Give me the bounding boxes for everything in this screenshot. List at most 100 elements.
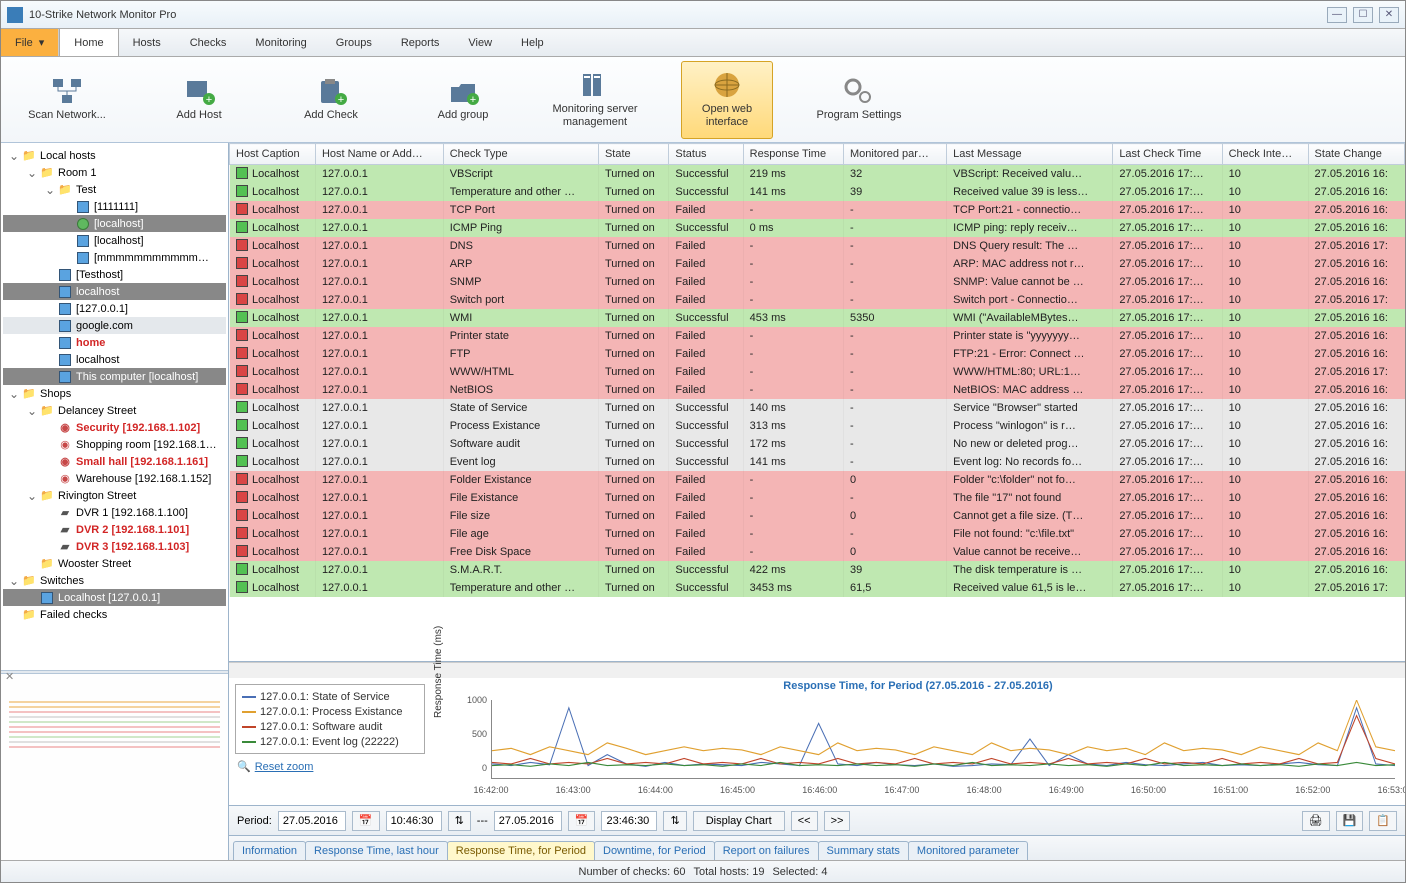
expand-icon[interactable]: ⌄ [7,149,21,163]
col-header[interactable]: Host Name or Add… [315,144,443,165]
tree-node[interactable]: home [3,334,226,351]
table-row[interactable]: Localhost127.0.0.1Event logTurned onSucc… [230,453,1405,471]
calendar-icon[interactable]: 📅 [352,811,380,831]
table-row[interactable]: Localhost127.0.0.1ICMP PingTurned onSucc… [230,219,1405,237]
tree-node[interactable]: [1111111] [3,198,226,215]
table-row[interactable]: Localhost127.0.0.1State of ServiceTurned… [230,399,1405,417]
tree-node[interactable]: [mmmmmmmmmmm… [3,249,226,266]
col-header[interactable]: Host Caption [230,144,316,165]
tab-help[interactable]: Help [507,29,559,56]
close-button[interactable]: ✕ [1379,7,1399,23]
calendar-icon[interactable]: 📅 [568,811,596,831]
bottom-tab[interactable]: Report on failures [714,841,819,860]
table-row[interactable]: Localhost127.0.0.1DNSTurned onFailed--DN… [230,237,1405,255]
display-chart-button[interactable]: Display Chart [693,811,785,831]
tree-node[interactable]: ⌄📁Switches [3,572,226,589]
col-header[interactable]: State Change [1308,144,1404,165]
tree-node[interactable]: ◉Small hall [192.168.1.161] [3,453,226,470]
bottom-tab[interactable]: Summary stats [818,841,909,860]
time-from-input[interactable] [386,811,442,831]
tree-node[interactable]: [Testhost] [3,266,226,283]
col-header[interactable]: Monitored par… [844,144,947,165]
table-row[interactable]: Localhost127.0.0.1File sizeTurned onFail… [230,507,1405,525]
open-web-button[interactable]: Open webinterface [681,61,773,139]
program-settings-button[interactable]: Program Settings [813,61,905,139]
date-to-input[interactable] [494,811,562,831]
splitter[interactable]: ✕ [1,670,228,674]
checks-grid[interactable]: Host CaptionHost Name or Add…Check Type S… [229,143,1405,662]
tab-home[interactable]: Home [59,29,118,56]
expand-icon[interactable]: ⌄ [7,574,21,588]
tree-node[interactable]: ▰DVR 3 [192.168.1.103] [3,538,226,555]
col-header[interactable]: Last Check Time [1113,144,1222,165]
table-row[interactable]: Localhost127.0.0.1Switch portTurned onFa… [230,291,1405,309]
date-from-input[interactable] [278,811,346,831]
spinner-icon[interactable]: ⇅ [663,811,686,831]
print-icon[interactable]: 🖨 [1302,811,1330,831]
tree-node[interactable]: [127.0.0.1] [3,300,226,317]
tab-monitoring[interactable]: Monitoring [241,29,321,56]
col-header[interactable]: Check Inte… [1222,144,1308,165]
tab-checks[interactable]: Checks [176,29,242,56]
tree-node[interactable]: ⌄📁Test [3,181,226,198]
tree-node[interactable]: ▰DVR 1 [192.168.1.100] [3,504,226,521]
table-row[interactable]: Localhost127.0.0.1Process ExistanceTurne… [230,417,1405,435]
bottom-tab[interactable]: Monitored parameter [908,841,1028,860]
file-menu[interactable]: File▾ [1,29,59,56]
next-button[interactable]: >> [824,811,851,831]
expand-icon[interactable]: ⌄ [25,166,39,180]
bottom-tab[interactable]: Response Time, last hour [305,841,448,860]
expand-icon[interactable]: ⌄ [43,183,57,197]
tree-node[interactable]: [localhost] [3,232,226,249]
tree-node[interactable]: ◉Warehouse [192.168.1.152] [3,470,226,487]
maximize-button[interactable]: ☐ [1353,7,1373,23]
bottom-tab[interactable]: Response Time, for Period [447,841,595,860]
col-header[interactable]: Last Message [947,144,1113,165]
tab-hosts[interactable]: Hosts [119,29,176,56]
table-row[interactable]: Localhost127.0.0.1Printer stateTurned on… [230,327,1405,345]
tree-node[interactable]: This computer [localhost] [3,368,226,385]
tree-node[interactable]: localhost [3,283,226,300]
tree-node[interactable]: ⌄📁Delancey Street [3,402,226,419]
table-row[interactable]: Localhost127.0.0.1FTPTurned onFailed--FT… [230,345,1405,363]
table-row[interactable]: Localhost127.0.0.1S.M.A.R.T.Turned onSuc… [230,561,1405,579]
expand-icon[interactable]: ⌄ [25,404,39,418]
tab-view[interactable]: View [454,29,507,56]
col-header[interactable]: Check Type [443,144,598,165]
tree-node[interactable]: ◉Shopping room [192.168.1… [3,436,226,453]
tree-node[interactable]: ◉Security [192.168.1.102] [3,419,226,436]
tab-groups[interactable]: Groups [322,29,387,56]
add-host-button[interactable]: +Add Host [153,61,245,139]
table-row[interactable]: Localhost127.0.0.1NetBIOSTurned onFailed… [230,381,1405,399]
monitoring-server-button[interactable]: Monitoring servermanagement [549,61,641,139]
add-group-button[interactable]: +Add group [417,61,509,139]
bottom-tab[interactable]: Information [233,841,306,860]
close-panel-icon[interactable]: ✕ [5,670,14,683]
time-to-input[interactable] [601,811,657,831]
table-row[interactable]: Localhost127.0.0.1VBScriptTurned onSucce… [230,165,1405,183]
add-check-button[interactable]: +Add Check [285,61,377,139]
host-tree[interactable]: ⌄📁Local hosts⌄📁Room 1⌄📁Test[1111111][loc… [1,143,228,670]
save-icon[interactable]: 💾 [1336,811,1364,831]
table-row[interactable]: Localhost127.0.0.1Temperature and other … [230,579,1405,597]
table-row[interactable]: Localhost127.0.0.1Free Disk SpaceTurned … [230,543,1405,561]
tree-node[interactable]: ⌄📁Room 1 [3,164,226,181]
tree-node[interactable]: 📁Failed checks [3,606,226,623]
table-row[interactable]: Localhost127.0.0.1Software auditTurned o… [230,435,1405,453]
reset-zoom-link[interactable]: 🔍 Reset zoom [229,760,431,773]
tree-node[interactable]: 📁Wooster Street [3,555,226,572]
minimize-button[interactable]: — [1327,7,1347,23]
table-row[interactable]: Localhost127.0.0.1WWW/HTMLTurned onFaile… [230,363,1405,381]
table-row[interactable]: Localhost127.0.0.1Temperature and other … [230,183,1405,201]
col-header[interactable]: Status [669,144,743,165]
tree-node[interactable]: Localhost [127.0.0.1] [3,589,226,606]
tree-node[interactable]: ⌄📁Rivington Street [3,487,226,504]
table-row[interactable]: Localhost127.0.0.1File ageTurned onFaile… [230,525,1405,543]
table-row[interactable]: Localhost127.0.0.1WMITurned onSuccessful… [230,309,1405,327]
table-row[interactable]: Localhost127.0.0.1TCP PortTurned onFaile… [230,201,1405,219]
tree-node[interactable]: [localhost] [3,215,226,232]
copy-icon[interactable]: 📋 [1369,811,1397,831]
table-row[interactable]: Localhost127.0.0.1Folder ExistanceTurned… [230,471,1405,489]
table-row[interactable]: Localhost127.0.0.1File ExistanceTurned o… [230,489,1405,507]
prev-button[interactable]: << [791,811,818,831]
